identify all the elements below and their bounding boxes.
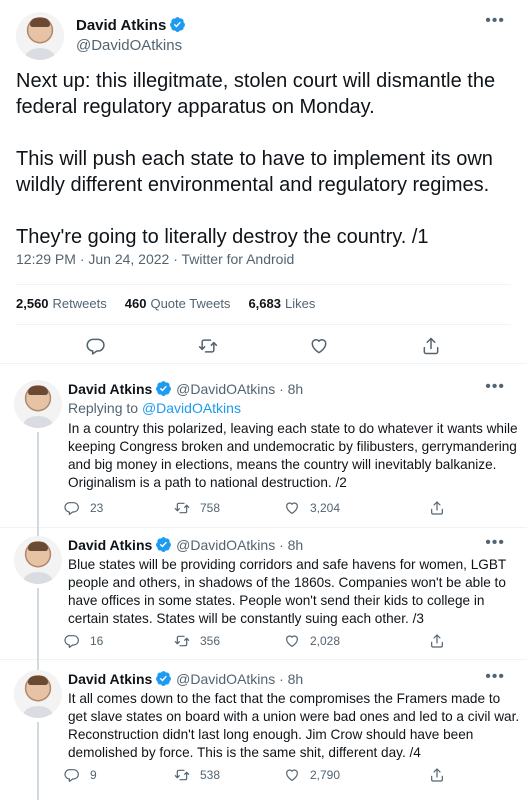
like-count: 2,790: [310, 768, 341, 782]
reply-actions: 23 758 3,204: [64, 500, 444, 516]
likes-count: 6,683: [248, 296, 281, 311]
reply-actions: 9 538 2,790: [64, 767, 444, 783]
tweet-stats: 2,560 Retweets 460 Quote Tweets 6,683 Likes: [16, 296, 315, 311]
author-handle[interactable]: @DavidOAtkins: [176, 381, 275, 397]
like-icon[interactable]: [309, 336, 329, 356]
quotes-stat[interactable]: 460 Quote Tweets: [125, 296, 231, 311]
tweet-timestamp[interactable]: 12:29 PM · Jun 24, 2022 · Twitter for An…: [16, 251, 294, 267]
author-name[interactable]: David Atkins: [68, 537, 152, 553]
verified-badge-icon: [155, 536, 172, 553]
author-block: David Atkins @DavidOAtkins: [76, 16, 186, 56]
reply-count: 9: [90, 768, 97, 782]
tweet-text: Blue states will be providing corridors …: [68, 557, 506, 626]
retweet-count: 758: [200, 501, 221, 515]
tweet-time[interactable]: · 8h: [279, 537, 303, 553]
replying-to-handle[interactable]: @DavidOAtkins: [142, 400, 241, 416]
like-icon: [284, 633, 300, 649]
likes-stat[interactable]: 6,683 Likes: [248, 296, 315, 311]
reply-icon: [64, 767, 80, 783]
retweets-label: Retweets: [52, 296, 107, 311]
share-icon: [429, 633, 445, 649]
quotes-count: 460: [124, 296, 147, 311]
replying-to-prefix: Replying to: [68, 400, 139, 416]
main-tweet-header: David Atkins @DavidOAtkins: [16, 12, 186, 60]
reply-button[interactable]: 9: [64, 767, 174, 783]
reply-actions: 16 356 2,028: [64, 633, 444, 649]
thread-line: [37, 722, 39, 800]
reply-count: 16: [90, 634, 104, 648]
thread-line: [37, 432, 39, 532]
share-button[interactable]: [429, 633, 445, 654]
reply-button[interactable]: 16: [64, 633, 174, 649]
retweet-button[interactable]: 758: [174, 500, 284, 516]
like-button[interactable]: 3,204: [284, 500, 394, 516]
share-button[interactable]: [429, 500, 445, 521]
retweet-button[interactable]: 356: [174, 633, 284, 649]
author-handle[interactable]: @DavidOAtkins: [76, 36, 186, 56]
reply-icon: [64, 633, 80, 649]
divider: [16, 284, 511, 285]
retweet-icon: [174, 500, 190, 516]
reply-header: David Atkins @DavidOAtkins · 8h: [68, 536, 303, 554]
share-icon: [429, 767, 445, 783]
more-dots-icon[interactable]: •••: [485, 668, 505, 686]
author-handle[interactable]: @DavidOAtkins: [176, 671, 275, 687]
main-tweet: David Atkins @DavidOAtkins ••• Next up: …: [0, 0, 527, 364]
avatar[interactable]: [14, 670, 62, 718]
author-name[interactable]: David Atkins: [68, 381, 152, 397]
like-icon: [284, 500, 300, 516]
like-button[interactable]: 2,790: [284, 767, 394, 783]
thread-line: [37, 528, 39, 536]
tweet-text: Next up: this illegitmate, stolen court …: [16, 70, 496, 248]
avatar[interactable]: [14, 536, 62, 584]
author-name[interactable]: David Atkins: [76, 17, 166, 34]
thread-line: [37, 660, 39, 670]
tweet-text: It all comes down to the fact that the c…: [68, 691, 520, 760]
author-handle[interactable]: @DavidOAtkins: [176, 537, 275, 553]
tweet-time[interactable]: · 8h: [279, 671, 303, 687]
retweet-icon[interactable]: [198, 336, 218, 356]
retweet-count: 538: [200, 768, 221, 782]
replying-to: Replying to @DavidOAtkins: [68, 400, 241, 416]
retweets-count: 2,560: [16, 296, 49, 311]
reply-icon: [64, 500, 80, 516]
retweet-icon: [174, 633, 190, 649]
reply-tweet[interactable]: David Atkins @DavidOAtkins · 8h ••• Blue…: [0, 528, 527, 668]
share-icon[interactable]: [421, 336, 441, 356]
avatar[interactable]: [16, 12, 64, 60]
tweet-time[interactable]: · 8h: [279, 381, 303, 397]
reply-header: David Atkins @DavidOAtkins · 8h: [68, 380, 303, 398]
like-button[interactable]: 2,028: [284, 633, 394, 649]
share-icon: [429, 500, 445, 516]
retweet-icon: [174, 767, 190, 783]
likes-label: Likes: [284, 296, 316, 311]
thread-line: [37, 588, 39, 668]
reply-tweet[interactable]: David Atkins @DavidOAtkins · 8h ••• It a…: [0, 660, 527, 800]
author-name[interactable]: David Atkins: [68, 671, 152, 687]
reply-header: David Atkins @DavidOAtkins · 8h: [68, 670, 303, 688]
like-count: 3,204: [310, 501, 341, 515]
reply-icon[interactable]: [86, 336, 106, 356]
quotes-label: Quote Tweets: [150, 296, 231, 311]
retweets-stat[interactable]: 2,560 Retweets: [16, 296, 107, 311]
more-dots-icon[interactable]: •••: [485, 12, 505, 30]
reply-tweet[interactable]: David Atkins @DavidOAtkins · 8h ••• Repl…: [0, 378, 527, 532]
share-button[interactable]: [429, 767, 445, 788]
main-tweet-actions: [0, 336, 527, 356]
like-count: 2,028: [310, 634, 341, 648]
verified-badge-icon: [155, 380, 172, 397]
verified-badge-icon: [169, 16, 186, 33]
reply-count: 23: [90, 501, 104, 515]
tweet-text: In a country this polarized, leaving eac…: [68, 421, 518, 490]
reply-button[interactable]: 23: [64, 500, 174, 516]
retweet-button[interactable]: 538: [174, 767, 284, 783]
more-dots-icon[interactable]: •••: [485, 378, 505, 396]
retweet-count: 356: [200, 634, 221, 648]
verified-badge-icon: [155, 670, 172, 687]
more-dots-icon[interactable]: •••: [485, 534, 505, 552]
like-icon: [284, 767, 300, 783]
divider: [16, 324, 511, 325]
avatar[interactable]: [14, 380, 62, 428]
